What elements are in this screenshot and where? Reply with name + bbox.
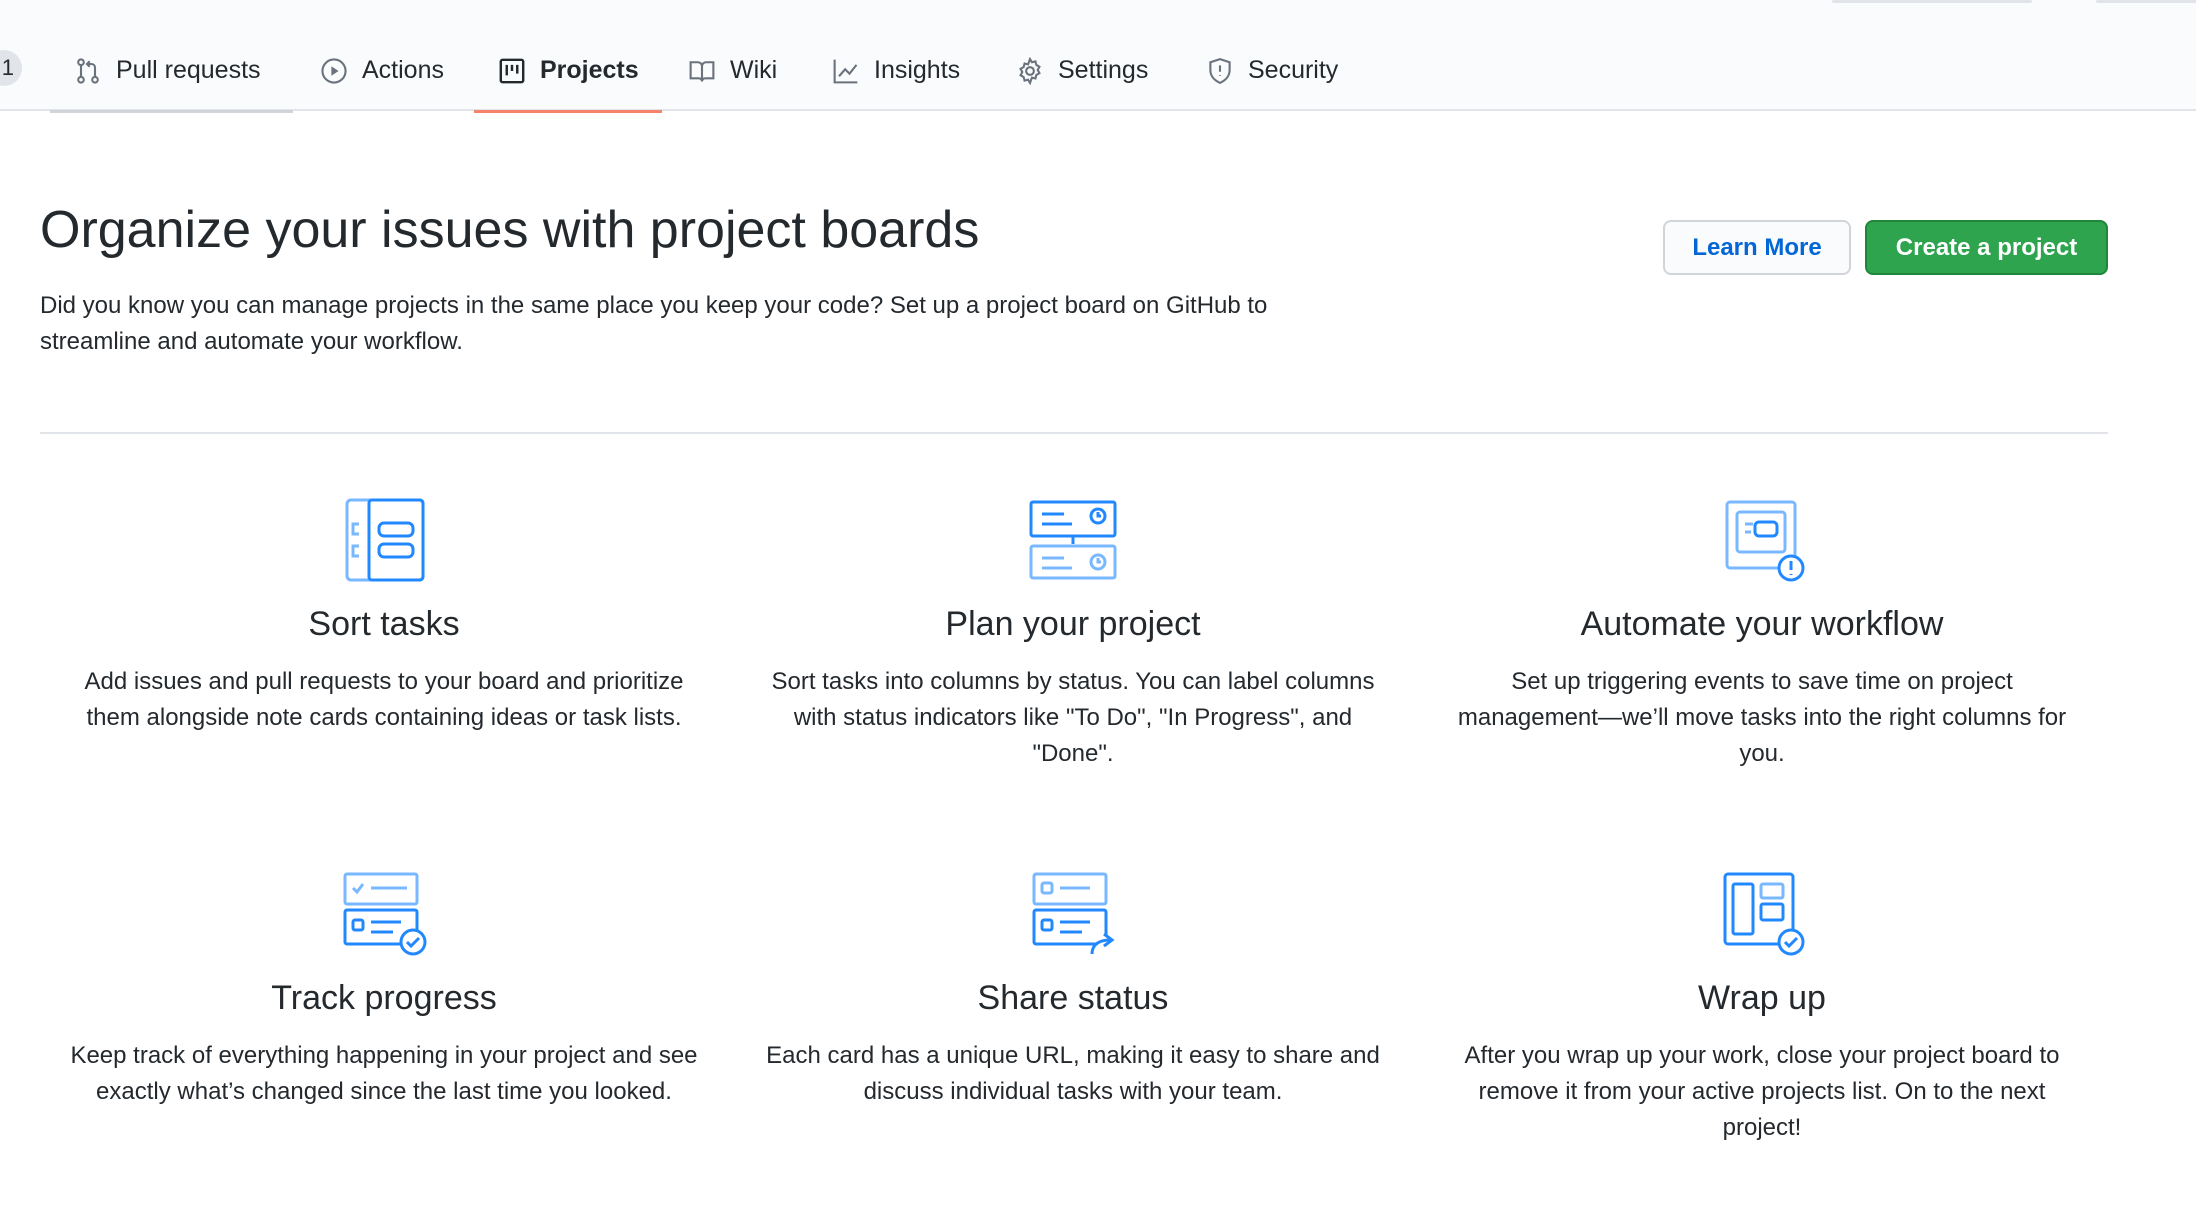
project-icon — [498, 57, 526, 85]
tab-label: Wiki — [730, 56, 778, 84]
issues-counter-badge[interactable]: 1 — [0, 50, 22, 86]
feature-share-status: Share status Each card has a unique URL,… — [753, 870, 1393, 1110]
feature-title: Plan your project — [945, 605, 1201, 643]
sort-tasks-icon — [339, 496, 429, 586]
feature-title: Automate your workflow — [1580, 605, 1944, 643]
feature-automate-workflow: Automate your workflow Set up triggering… — [1442, 496, 2082, 772]
tab-label: Pull requests — [116, 56, 261, 84]
page-title: Organize your issues with project boards — [40, 201, 980, 259]
feature-track-progress: Track progress Keep track of everything … — [64, 870, 704, 1110]
tab-settings[interactable]: Settings — [992, 30, 1172, 111]
book-icon — [688, 57, 716, 85]
feature-title: Sort tasks — [308, 605, 460, 643]
share-status-icon — [1028, 870, 1118, 960]
wrap-up-icon — [1717, 870, 1807, 960]
feature-plan-project: Plan your project Sort tasks into column… — [753, 496, 1393, 772]
learn-more-button[interactable]: Learn More — [1663, 220, 1851, 275]
play-icon — [320, 57, 348, 85]
tab-security[interactable]: Security — [1182, 30, 1362, 111]
tab-label: Actions — [362, 56, 444, 84]
page-description: Did you know you can manage projects in … — [40, 292, 1268, 355]
git-pull-request-icon — [74, 57, 102, 85]
feature-wrap-up: Wrap up After you wrap up your work, clo… — [1442, 870, 2082, 1146]
tab-label: Security — [1248, 56, 1339, 84]
shield-icon — [1206, 57, 1234, 85]
repo-nav-tabbar: 1 Pull requests Actions Projects Wiki In… — [0, 0, 2196, 113]
top-edge-line — [1832, 0, 2032, 3]
tab-wiki[interactable]: Wiki — [664, 30, 801, 111]
create-project-button[interactable]: Create a project — [1865, 220, 2108, 275]
feature-title: Wrap up — [1698, 979, 1826, 1017]
feature-text: Each card has a unique URL, making it ea… — [766, 1042, 1380, 1105]
plan-project-icon — [1028, 496, 1118, 586]
tab-insights[interactable]: Insights — [808, 30, 984, 111]
feature-title: Share status — [977, 979, 1169, 1017]
tab-label: Insights — [874, 56, 961, 84]
track-progress-icon — [339, 870, 429, 960]
section-divider — [40, 432, 2108, 434]
feature-sort-tasks: Sort tasks Add issues and pull requests … — [64, 496, 704, 736]
automate-workflow-icon — [1717, 496, 1807, 586]
feature-text: After you wrap up your work, close your … — [1464, 1042, 2060, 1141]
tab-actions[interactable]: Actions — [296, 30, 468, 111]
tab-label: Settings — [1058, 56, 1149, 84]
tab-label: Projects — [540, 56, 639, 84]
feature-title: Track progress — [271, 979, 497, 1017]
tab-pull-requests[interactable]: Pull requests — [50, 30, 293, 113]
tab-projects[interactable]: Projects — [474, 30, 662, 113]
graph-icon — [832, 57, 860, 85]
feature-text: Sort tasks into columns by status. You c… — [771, 668, 1375, 767]
top-edge-line — [2096, 0, 2196, 3]
gear-icon — [1016, 56, 1044, 85]
feature-text: Set up triggering events to save time on… — [1457, 668, 2067, 767]
feature-text: Keep track of everything happening in yo… — [70, 1042, 698, 1105]
feature-text: Add issues and pull requests to your boa… — [84, 668, 684, 731]
